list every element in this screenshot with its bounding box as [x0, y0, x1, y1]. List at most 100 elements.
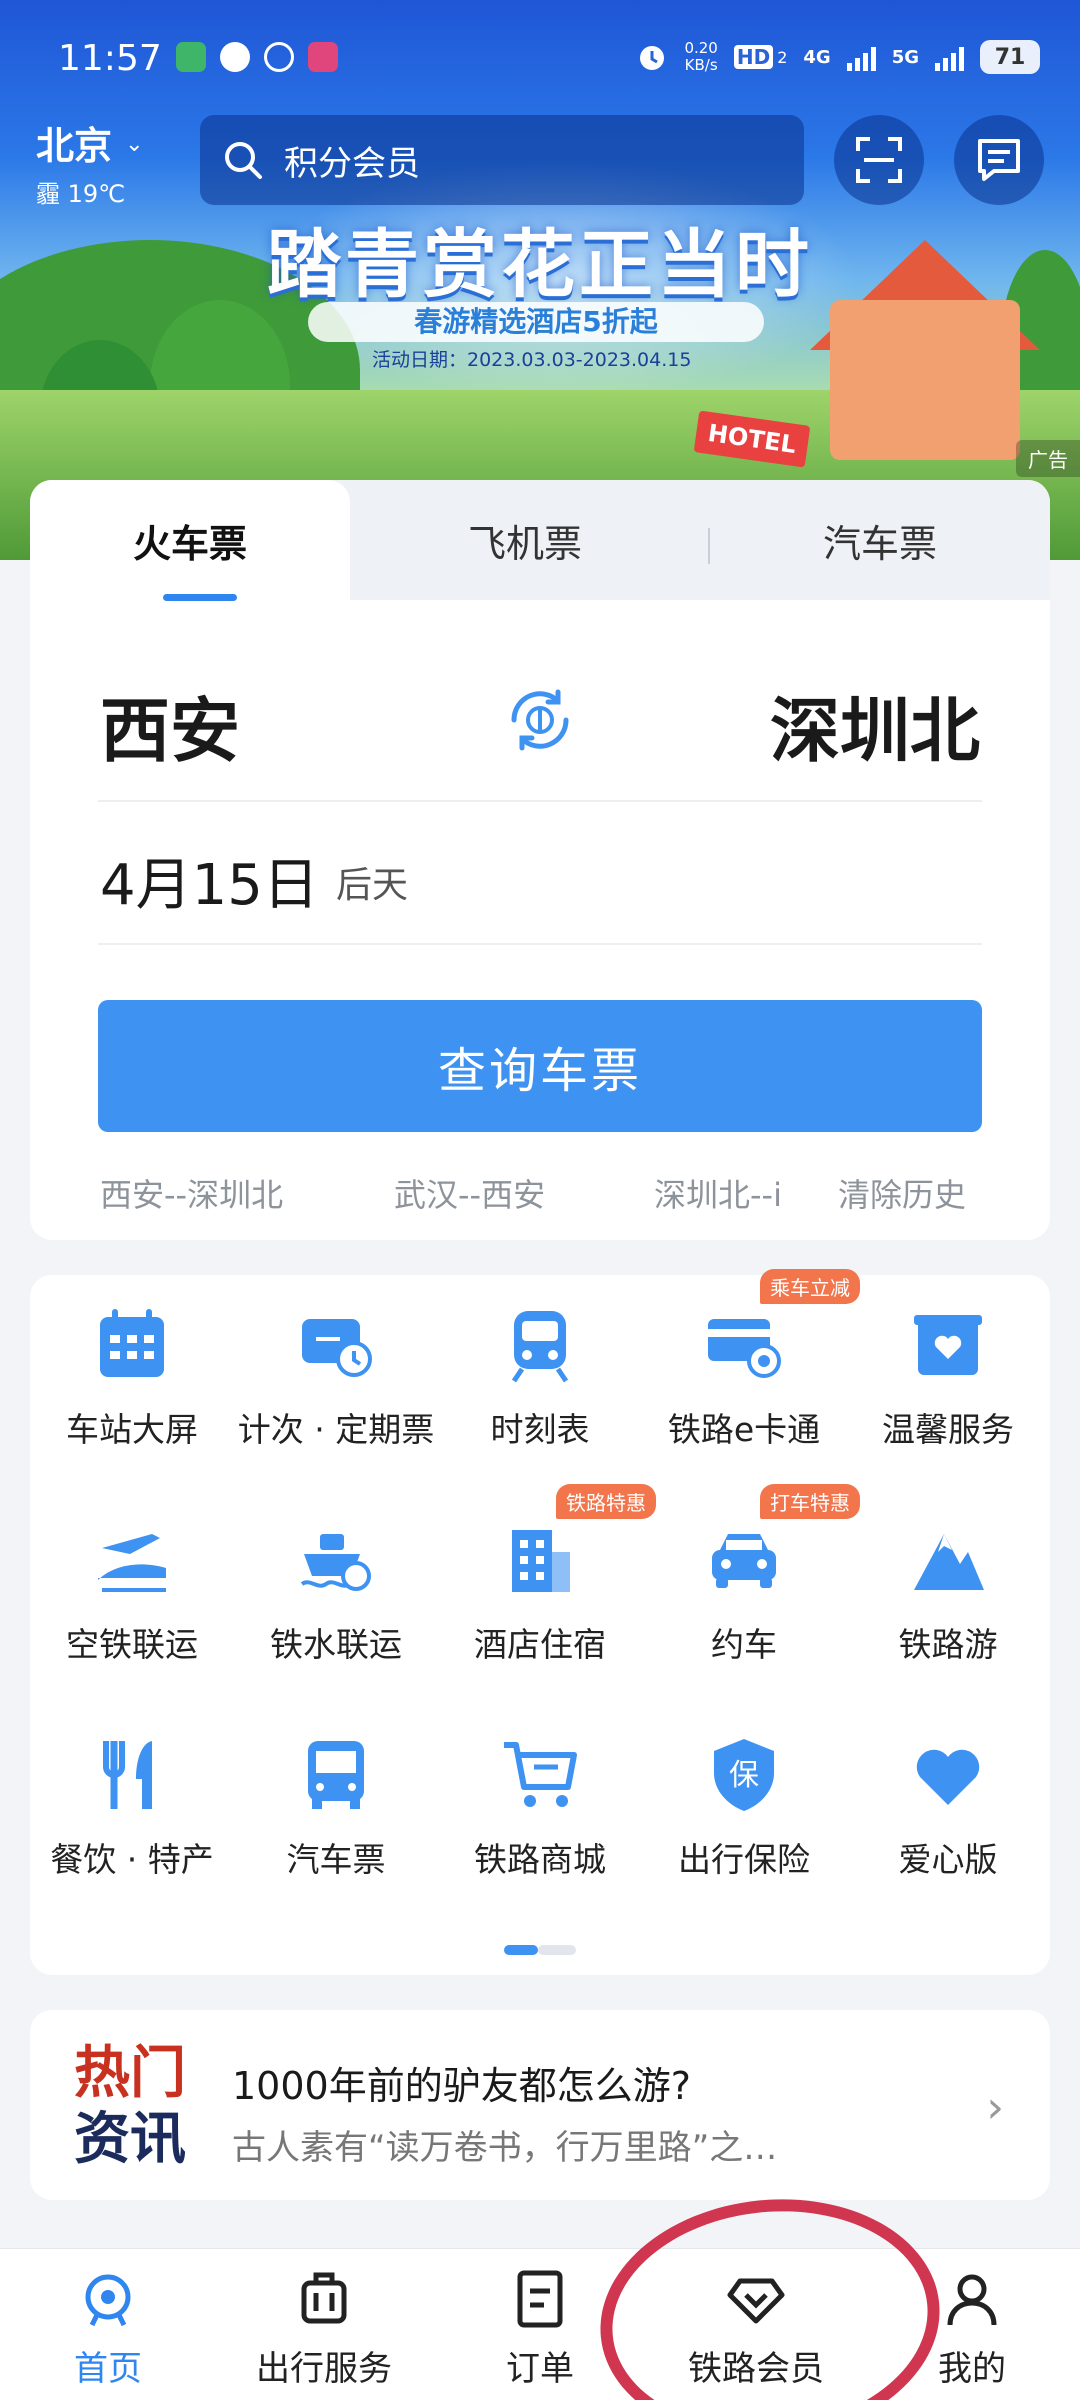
service-label: 餐饮 · 特产	[50, 1840, 214, 1879]
service-care[interactable]: 温馨服务	[846, 1275, 1050, 1475]
service-label: 铁路商城	[474, 1840, 606, 1879]
service-label: 铁路e卡通	[667, 1410, 821, 1449]
city-selector[interactable]: 北京 ⌄ 霾 19℃	[36, 115, 144, 209]
weather-text: 霾 19℃	[36, 180, 126, 208]
nav-label: 铁路会员	[688, 2349, 824, 2389]
service-e-card[interactable]: 乘车立减 铁路e卡通	[642, 1269, 860, 1475]
chevron-right-icon: ›	[986, 2082, 1004, 2133]
travel-date[interactable]: 4月15日	[100, 840, 319, 921]
history-item[interactable]: 武汉--西安	[394, 1170, 545, 1216]
nav-mine[interactable]: 我的	[872, 2269, 1072, 2390]
speed-gauge-icon	[220, 42, 250, 72]
tab-train[interactable]: 火车票	[30, 480, 350, 600]
service-label: 铁路游	[898, 1625, 998, 1664]
service-timetable[interactable]: 时刻表	[438, 1275, 642, 1475]
message-icon	[978, 139, 1020, 181]
service-label: 温馨服务	[882, 1410, 1014, 1449]
hot-news-tag-line2: 资讯	[74, 2106, 186, 2172]
page-dot	[538, 1945, 576, 1955]
diamond-icon	[727, 2278, 785, 2324]
service-label: 约车	[711, 1625, 777, 1664]
banner-title: 踏青赏花正当时	[267, 222, 813, 308]
history-item[interactable]: 西安--深圳北	[100, 1170, 283, 1216]
promo-badge: 铁路特惠	[556, 1484, 656, 1519]
service-label: 计次 · 定期票	[237, 1410, 435, 1449]
search-placeholder: 积分会员	[284, 143, 420, 184]
net-speed-value: 0.20	[684, 39, 718, 57]
user-icon	[947, 2274, 997, 2326]
heart-icon	[916, 1749, 980, 1805]
news-desc: 古人素有“读万卷书，行万里路”之…	[232, 2128, 778, 2168]
sim-label: 2	[777, 47, 788, 67]
service-bus[interactable]: 汽车票	[234, 1705, 438, 1905]
hot-news-tag-line1: 热门	[74, 2040, 186, 2106]
train-icon	[511, 1311, 569, 1383]
tab-active-indicator	[163, 594, 237, 601]
banner-date: 活动日期：2023.03.03-2023.04.15	[372, 349, 692, 371]
page-indicator	[504, 1945, 576, 1955]
tab-bus[interactable]: 汽车票	[710, 480, 1050, 600]
service-care-mode[interactable]: 爱心版	[846, 1705, 1050, 1905]
hotel-icon	[512, 1530, 570, 1592]
ship-train-icon	[300, 1534, 371, 1591]
hot-news-card[interactable]: 热门 资讯 1000年前的驴友都怎么游? 古人素有“读万卷书，行万里路”之… ›	[30, 2010, 1050, 2200]
service-periodic-ticket[interactable]: 计次 · 定期票	[234, 1275, 438, 1475]
home-train-icon	[85, 2274, 131, 2327]
insurance-shield-icon: 保	[714, 1739, 774, 1811]
service-ride[interactable]: 打车特惠 约车	[642, 1484, 860, 1690]
signal-5g-icon	[935, 43, 964, 71]
net-speed-unit: KB/s	[684, 56, 718, 74]
service-label: 车站大屏	[66, 1410, 198, 1449]
car-icon	[712, 1534, 776, 1588]
message-button[interactable]	[954, 115, 1044, 205]
tab-flight[interactable]: 飞机票	[350, 480, 700, 600]
nav-orders[interactable]: 订单	[440, 2269, 640, 2390]
status-bar: 11:57 0.20 KB/s HD 2 4G 5G 71	[0, 30, 1080, 90]
divider	[98, 943, 982, 945]
plane-train-icon	[98, 1534, 166, 1592]
nav-label: 首页	[74, 2349, 142, 2389]
luggage-icon	[301, 2272, 347, 2324]
service-rail-mall[interactable]: 铁路商城	[438, 1705, 642, 1905]
bus-icon	[308, 1741, 364, 1809]
service-label: 时刻表	[490, 1410, 590, 1449]
nav-rail-member[interactable]: 铁路会员	[656, 2269, 856, 2390]
services-grid: 车站大屏 计次 · 定期票 时刻表 乘车立减 铁路e卡通 温馨服务 空铁联运 铁…	[30, 1269, 1050, 1975]
service-insurance[interactable]: 保 出行保险	[642, 1705, 846, 1905]
bottom-nav: 首页 出行服务 订单 铁路会员 我的	[0, 2248, 1080, 2400]
search-icon	[225, 142, 262, 179]
service-label: 汽车票	[286, 1840, 386, 1879]
service-hotel[interactable]: 铁路特惠 酒店住宿	[438, 1484, 656, 1690]
service-label: 酒店住宿	[474, 1625, 606, 1664]
banner-house	[830, 300, 1020, 460]
clear-history-link[interactable]: 清除历史	[838, 1170, 966, 1216]
from-station[interactable]: 西安	[100, 675, 240, 776]
ticket-tabs: 火车票 飞机票 汽车票	[30, 480, 1050, 601]
cart-icon	[504, 1742, 577, 1807]
search-input[interactable]: 积分会员	[200, 115, 804, 205]
banner-subtitle: 春游精选酒店5折起	[308, 302, 764, 342]
network-5g: 5G	[891, 46, 919, 68]
service-air-rail[interactable]: 空铁联运	[30, 1490, 234, 1690]
travel-date-relative: 后天	[336, 865, 409, 906]
mountain-icon	[914, 1534, 984, 1590]
calendar-screen-icon	[100, 1309, 164, 1377]
query-tickets-button[interactable]: 查询车票	[98, 1000, 982, 1132]
nav-travel-service[interactable]: 出行服务	[224, 2269, 424, 2390]
promo-badge: 打车特惠	[760, 1484, 860, 1519]
swap-stations-icon[interactable]	[500, 680, 580, 760]
service-rail-tour[interactable]: 铁路游	[846, 1490, 1050, 1690]
app-notification-icon	[308, 42, 338, 72]
page-dot-active	[504, 1945, 538, 1955]
nav-label: 我的	[938, 2349, 1006, 2389]
to-station[interactable]: 深圳北	[770, 675, 980, 776]
ad-label: 广告	[1016, 440, 1080, 477]
history-item[interactable]: 深圳北--i	[654, 1170, 782, 1216]
service-sea-rail[interactable]: 铁水联运	[234, 1490, 438, 1690]
ticket-clock-icon	[302, 1319, 372, 1377]
nav-home[interactable]: 首页	[8, 2269, 208, 2390]
service-food[interactable]: 餐饮 · 特产	[30, 1705, 234, 1905]
service-station-screen[interactable]: 车站大屏	[30, 1275, 234, 1475]
net-speed: 0.20 KB/s	[684, 40, 717, 74]
scan-button[interactable]	[834, 115, 924, 205]
